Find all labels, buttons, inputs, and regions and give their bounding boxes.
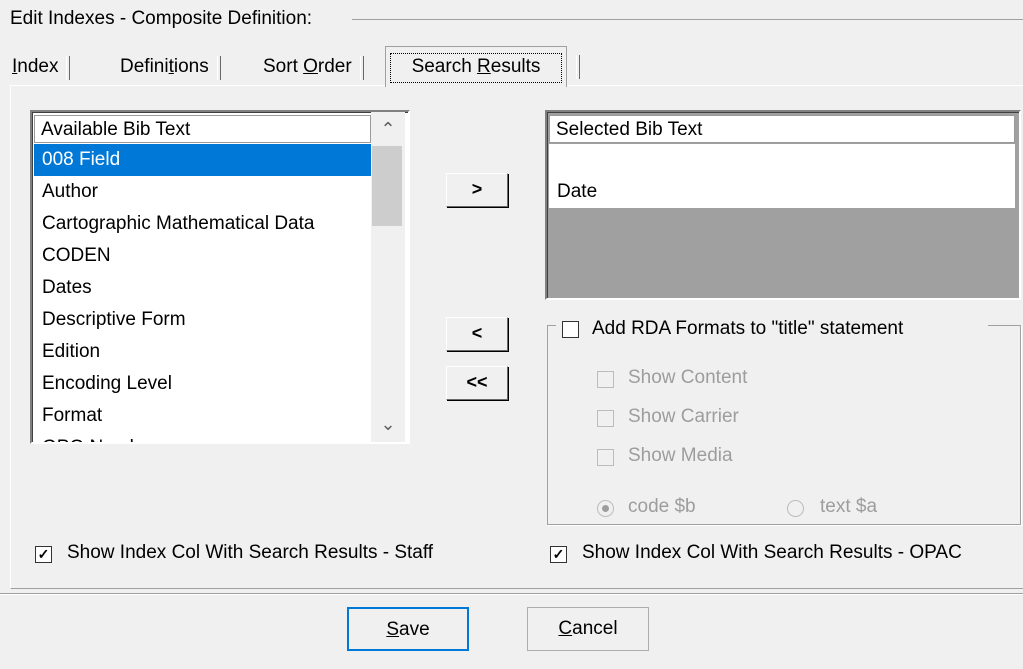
- show-carrier-checkbox[interactable]: [597, 410, 614, 427]
- tab-separator: [216, 56, 221, 80]
- list-item[interactable]: Date: [549, 176, 1015, 208]
- selected-list-header: Selected Bib Text: [549, 115, 1015, 143]
- list-item[interactable]: Author: [34, 176, 371, 208]
- rda-formats-checkbox[interactable]: [562, 321, 579, 338]
- list-item[interactable]: Title: [549, 144, 1015, 176]
- tab-search-results[interactable]: Search Results: [385, 46, 580, 87]
- save-button[interactable]: Save: [347, 607, 469, 651]
- list-item[interactable]: Dates: [34, 272, 371, 304]
- show-index-staff-checkbox[interactable]: ✓: [35, 546, 52, 563]
- add-item-button[interactable]: >: [446, 173, 508, 207]
- tab-separator: [359, 56, 364, 80]
- available-bib-text-list[interactable]: Available Bib Text 008 Field Author Cart…: [30, 110, 410, 444]
- tab-definitions[interactable]: Definitions: [120, 48, 221, 86]
- text-a-label: text $a: [820, 496, 878, 517]
- show-content-label: Show Content: [628, 367, 748, 388]
- show-media-checkbox[interactable]: [597, 449, 614, 466]
- tab-index[interactable]: Index: [12, 48, 71, 86]
- show-content-checkbox[interactable]: [597, 371, 614, 388]
- remove-item-button[interactable]: <: [446, 317, 508, 351]
- show-index-staff-label[interactable]: Show Index Col With Search Results - Sta…: [67, 542, 433, 564]
- show-index-opac-checkbox[interactable]: ✓: [550, 546, 567, 563]
- vertical-scrollbar[interactable]: ⌃ ⌄: [371, 112, 405, 442]
- radio-dot: [602, 505, 609, 512]
- selected-bib-text-list[interactable]: Selected Bib Text Title Date: [545, 110, 1021, 300]
- group-title: Edit Indexes - Composite Definition:: [10, 8, 317, 30]
- code-b-radio[interactable]: [597, 500, 614, 517]
- group-divider: [352, 19, 1023, 20]
- show-media-label: Show Media: [628, 445, 733, 466]
- scroll-down-icon[interactable]: ⌄: [371, 407, 405, 441]
- list-item[interactable]: 008 Field: [34, 144, 371, 176]
- remove-all-button[interactable]: <<: [446, 366, 508, 400]
- available-list-header: Available Bib Text: [34, 115, 371, 143]
- show-index-opac-label[interactable]: Show Index Col With Search Results - OPA…: [582, 542, 962, 564]
- list-item[interactable]: Edition: [34, 336, 371, 368]
- list-item[interactable]: CODEN: [34, 240, 371, 272]
- rda-formats-label[interactable]: Add RDA Formats to "title" statement: [592, 318, 903, 340]
- bottom-divider: [0, 593, 1023, 595]
- text-a-radio[interactable]: [787, 500, 804, 517]
- tab-sort-order[interactable]: Sort Order: [263, 48, 364, 86]
- list-item[interactable]: Format: [34, 400, 371, 432]
- rda-groupbox: [547, 325, 1021, 525]
- list-item[interactable]: Descriptive Form: [34, 304, 371, 336]
- list-item[interactable]: Cartographic Mathematical Data: [34, 208, 371, 240]
- focus-rect: [390, 53, 562, 83]
- code-b-label: code $b: [628, 496, 696, 517]
- list-item[interactable]: GPO Number: [34, 432, 371, 442]
- tab-separator: [66, 56, 71, 80]
- list-item[interactable]: Encoding Level: [34, 368, 371, 400]
- scroll-thumb[interactable]: [372, 146, 402, 226]
- tab-separator: [576, 55, 580, 79]
- scroll-up-icon[interactable]: ⌃: [371, 112, 405, 146]
- cancel-button[interactable]: Cancel: [527, 607, 649, 651]
- show-carrier-label: Show Carrier: [628, 406, 739, 427]
